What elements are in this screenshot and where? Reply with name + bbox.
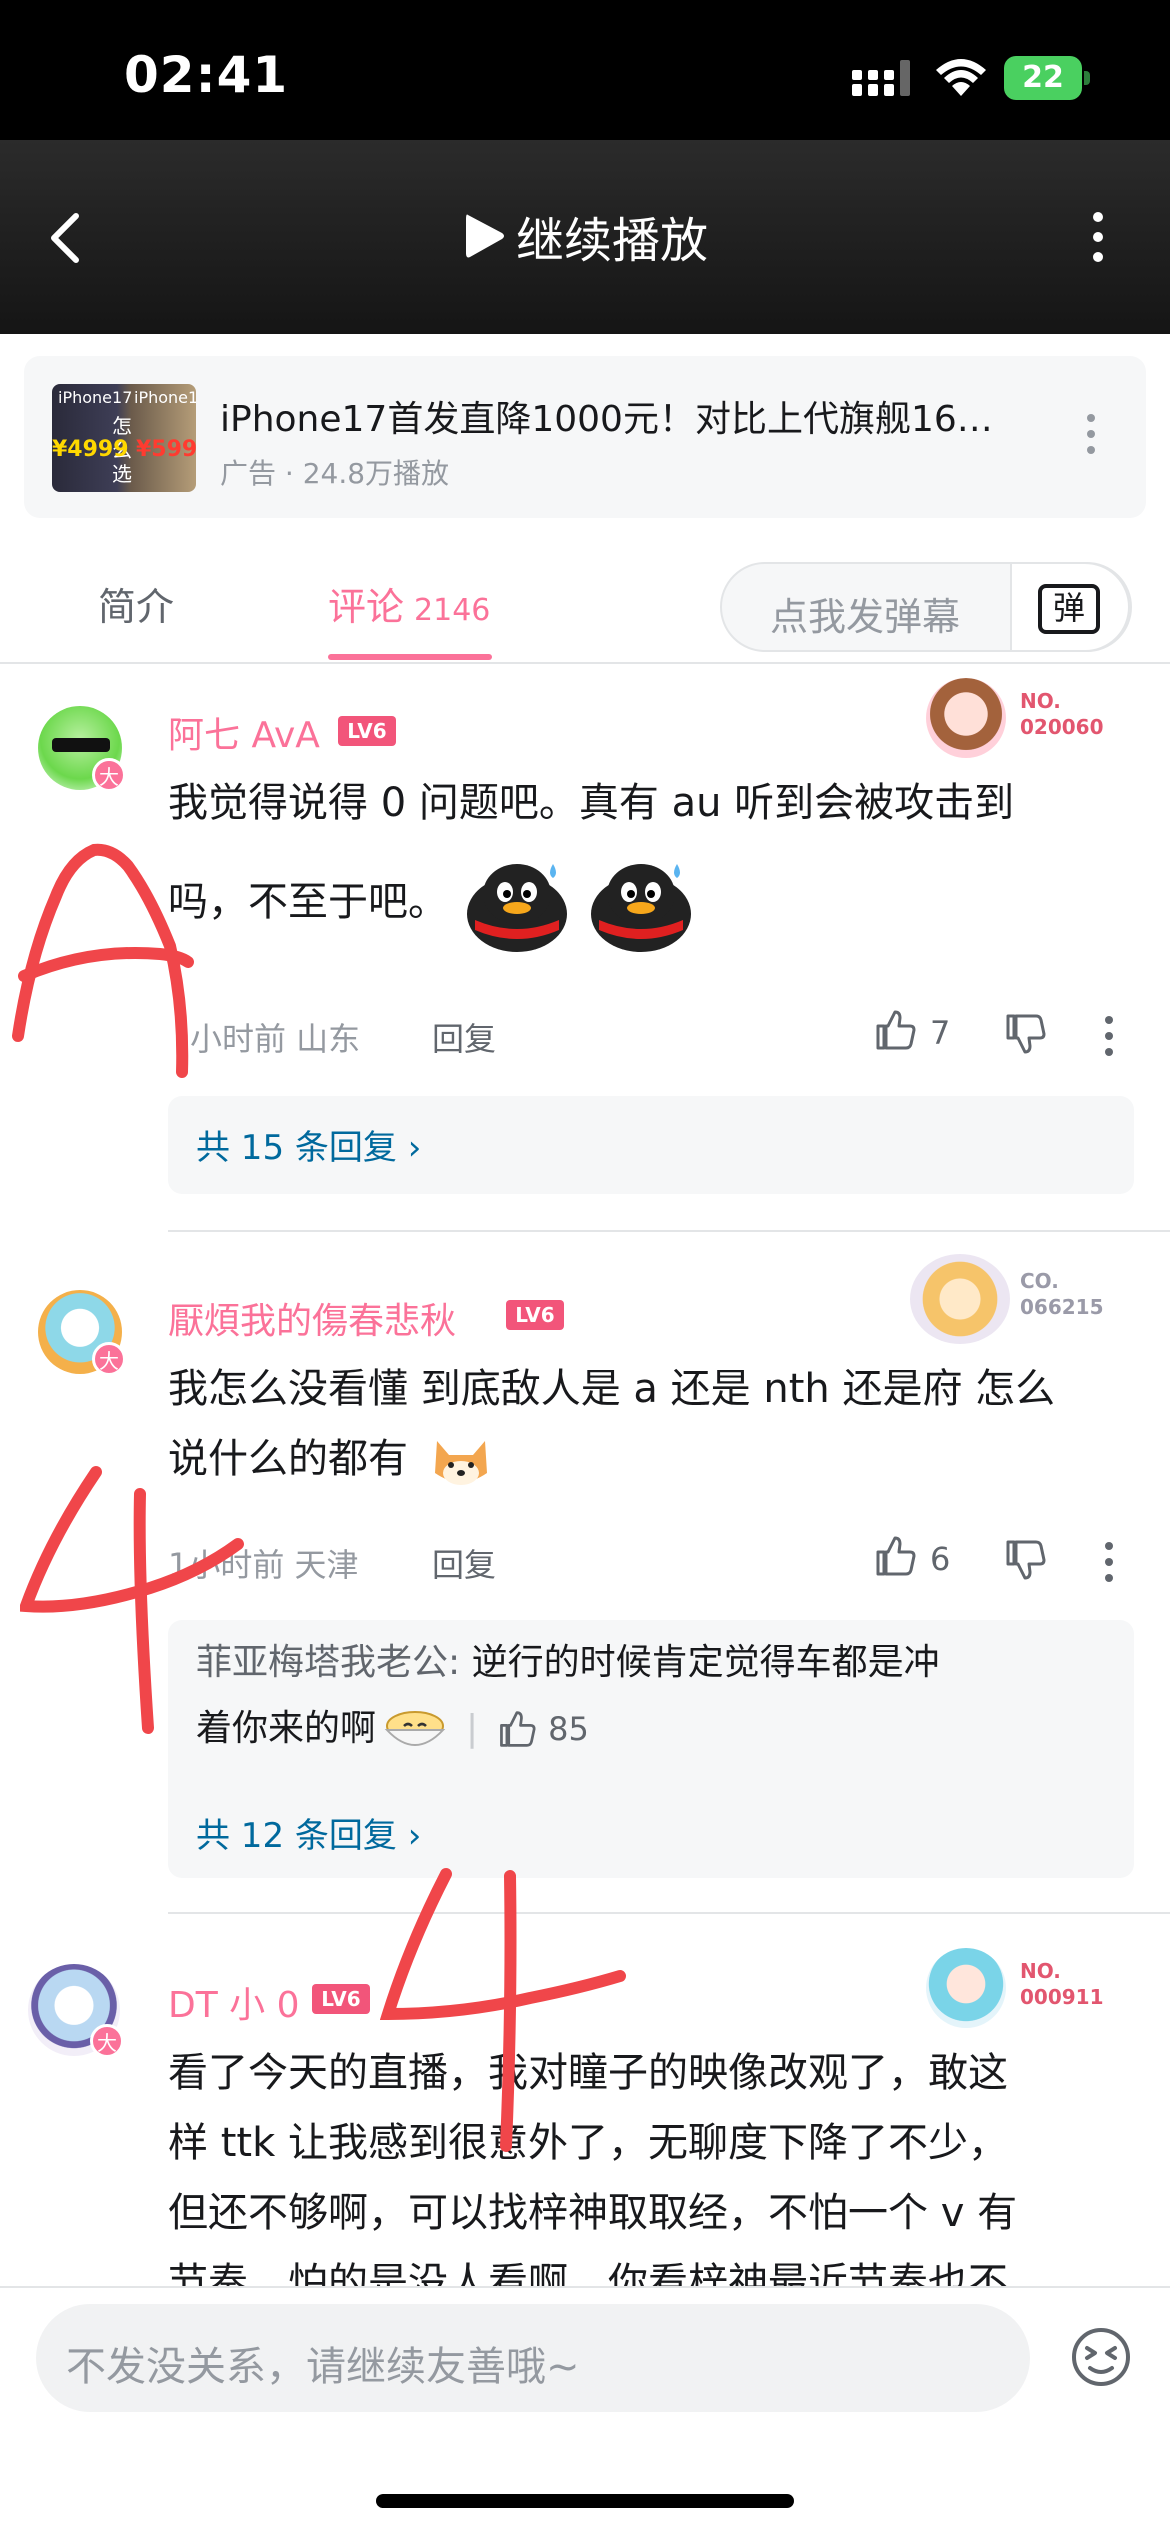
comment-more-icon[interactable] [1104,1016,1114,1056]
danmu-icon: 弹 [1038,584,1100,634]
reply-button[interactable]: 回复 [432,1014,496,1060]
vip-badge: 大 [92,1342,126,1376]
fan-badge-label: CO. [1020,1269,1059,1293]
view-replies-link[interactable]: 共 12 条回复 › [196,1808,421,1857]
comment-text-line: 我怎么没看懂 到底敌人是 a 还是 nth 还是府 怎么 [168,1366,1056,1412]
tab-intro[interactable]: 简介 [98,576,174,631]
status-bar: 02:41 22 [0,0,1170,140]
comment-input[interactable]: 不发没关系，请继续友善哦~ [36,2304,1030,2412]
comment-text-line: 看了今天的直播，我对瞳子的映像改观了，敢这 [168,2050,1008,2096]
comment-meta: 小时前 山东 [190,1020,361,1058]
avatar[interactable]: 大 [38,706,126,792]
fan-badge-label: NO. [1020,689,1061,713]
ad-card[interactable]: iPhone17 iPhone16P 怎么选 ¥4999 ¥5999 iPhon… [24,356,1146,518]
ad-thumb-text: iPhone16P [134,388,196,407]
sub-reply[interactable]: 菲亚梅塔我老公: 逆行的时候肯定觉得车都是冲 着你来的啊 | 85 [196,1630,1096,1762]
danmu-toggle-button[interactable]: 弹 [1010,562,1130,652]
vip-badge: 大 [92,758,126,792]
avatar[interactable]: 大 [28,1964,124,2058]
video-player-bar[interactable]: 继续播放 [0,140,1170,334]
continue-play-label: 继续播放 [516,213,709,269]
comment-text-line: 吗，不至于吧。 [168,879,448,925]
active-tab-indicator [328,654,492,660]
dislike-icon[interactable] [1002,1538,1046,1582]
fan-badge-number: 000911 [1020,1985,1104,2009]
back-arrow-icon[interactable] [42,210,90,266]
comment-divider [168,1230,1170,1232]
status-time: 02:41 [124,46,289,104]
fan-badge: NO. 020060 [926,674,1126,764]
reply-button[interactable]: 回复 [432,1540,496,1586]
comment-text: 看了今天的直播，我对瞳子的映像改观了，敢这 样 ttk 让我感到很意外了，无聊度… [168,2038,1148,2318]
tab-comments[interactable]: 评论 2146 [328,576,490,631]
comment-text: 我觉得说得 0 问题吧。真有 au 听到会被攻击到 吗，不至于吧。 [168,768,1128,952]
replies-box: 共 15 条回复 › [168,1096,1134,1194]
view-replies-label: 共 12 条回复 [196,1816,397,1856]
ad-thumb-price: ¥5999 [136,437,196,462]
ad-thumb-price: ¥4999 [52,437,129,462]
battery-icon: 22 [1004,56,1090,100]
ad-meta: 广告 · 24.8万播放 [220,457,450,490]
comment-text-line: 样 ttk 让我感到很意外了，无聊度下降了不少， [168,2120,1008,2166]
level-badge: LV6 [338,716,396,746]
danmu-placeholder: 点我发弹幕 [770,595,961,639]
comment-meta: 1小时前 天津 [168,1546,359,1584]
battery-level: 22 [1022,60,1064,95]
more-options-icon[interactable] [1090,212,1106,264]
sub-reply-text: 逆行的时候肯定觉得车都是冲 [460,1642,940,1683]
level-badge: LV6 [312,1984,370,2014]
comment-more-icon[interactable] [1104,1542,1114,1582]
tab-comments-label: 评论 [328,585,405,629]
fan-badge-label: NO. [1020,1959,1061,1983]
chevron-right-icon: › [407,1128,422,1168]
ad-title[interactable]: iPhone17首发直降1000元！对比上代旗舰16… [220,390,1050,442]
sub-reply-like-count: 85 [548,1710,589,1748]
comment-text-line: 我觉得说得 0 问题吧。真有 au 听到会被攻击到 [168,780,1015,826]
play-icon [466,214,504,258]
vip-badge: 大 [90,2024,124,2058]
cellular-signal-icon [852,60,910,96]
comment-text-line: 说什么的都有 [168,1436,408,1482]
comment-username[interactable]: 厭煩我的傷春悲秋 [168,1292,456,1344]
continue-play-button[interactable]: 继续播放 [462,206,708,269]
penguin-sweat-emoji [591,864,692,952]
like-count: 7 [930,1014,951,1052]
level-badge: LV6 [506,1300,564,1330]
emoji-icon[interactable] [1070,2326,1132,2388]
comment-input-placeholder: 不发没关系，请继续友善哦~ [66,2344,580,2390]
replies-box: 菲亚梅塔我老公: 逆行的时候肯定觉得车都是冲 着你来的啊 | 85 共 12 条… [168,1620,1134,1878]
comment-username[interactable]: DT 小 0 [168,1976,300,2028]
chevron-right-icon: › [407,1816,422,1856]
view-replies-label: 共 15 条回复 [196,1128,397,1168]
comment-username[interactable]: 阿七 AvA [168,706,320,758]
penguin-sweat-emoji [466,864,567,952]
ad-thumb-text: iPhone17 [58,388,133,407]
tab-comments-count: 2146 [414,593,491,628]
tab-bar: 简介 评论 2146 点我发弹幕 弹 [0,546,1170,664]
comment-divider [168,1912,1170,1914]
fan-badge: NO. 000911 [926,1944,1126,2034]
bowl-emoji [384,1711,446,1746]
fan-badge: CO. 066215 [910,1254,1110,1344]
like-count: 6 [930,1540,951,1578]
ad-more-icon[interactable] [1086,414,1096,462]
like-icon[interactable] [872,1534,916,1578]
shiba-emoji [434,1441,487,1485]
wifi-icon [936,59,986,96]
comment-text-line: 但还不够啊，可以找梓神取取经，不怕一个 v 有 [168,2190,1018,2236]
sub-reply-username[interactable]: 菲亚梅塔我老公: [196,1642,460,1683]
dislike-icon[interactable] [1002,1012,1046,1056]
fan-badge-number: 066215 [1020,1295,1104,1319]
comment-text: 我怎么没看懂 到底敌人是 a 还是 nth 还是府 怎么 说什么的都有 [168,1354,1138,1494]
sub-reply-text: 着你来的啊 [196,1708,377,1749]
comment-input-bar: 不发没关系，请继续友善哦~ [0,2286,1170,2532]
danmu-input[interactable]: 点我发弹幕 弹 [720,562,1132,652]
view-replies-link[interactable]: 共 15 条回复 › [196,1120,421,1169]
ad-thumbnail: iPhone17 iPhone16P 怎么选 ¥4999 ¥5999 [52,384,196,492]
like-icon[interactable] [872,1008,916,1052]
like-icon[interactable] [496,1709,536,1749]
home-indicator [376,2494,794,2508]
avatar[interactable]: 大 [38,1290,126,1376]
fan-badge-number: 020060 [1020,715,1104,739]
